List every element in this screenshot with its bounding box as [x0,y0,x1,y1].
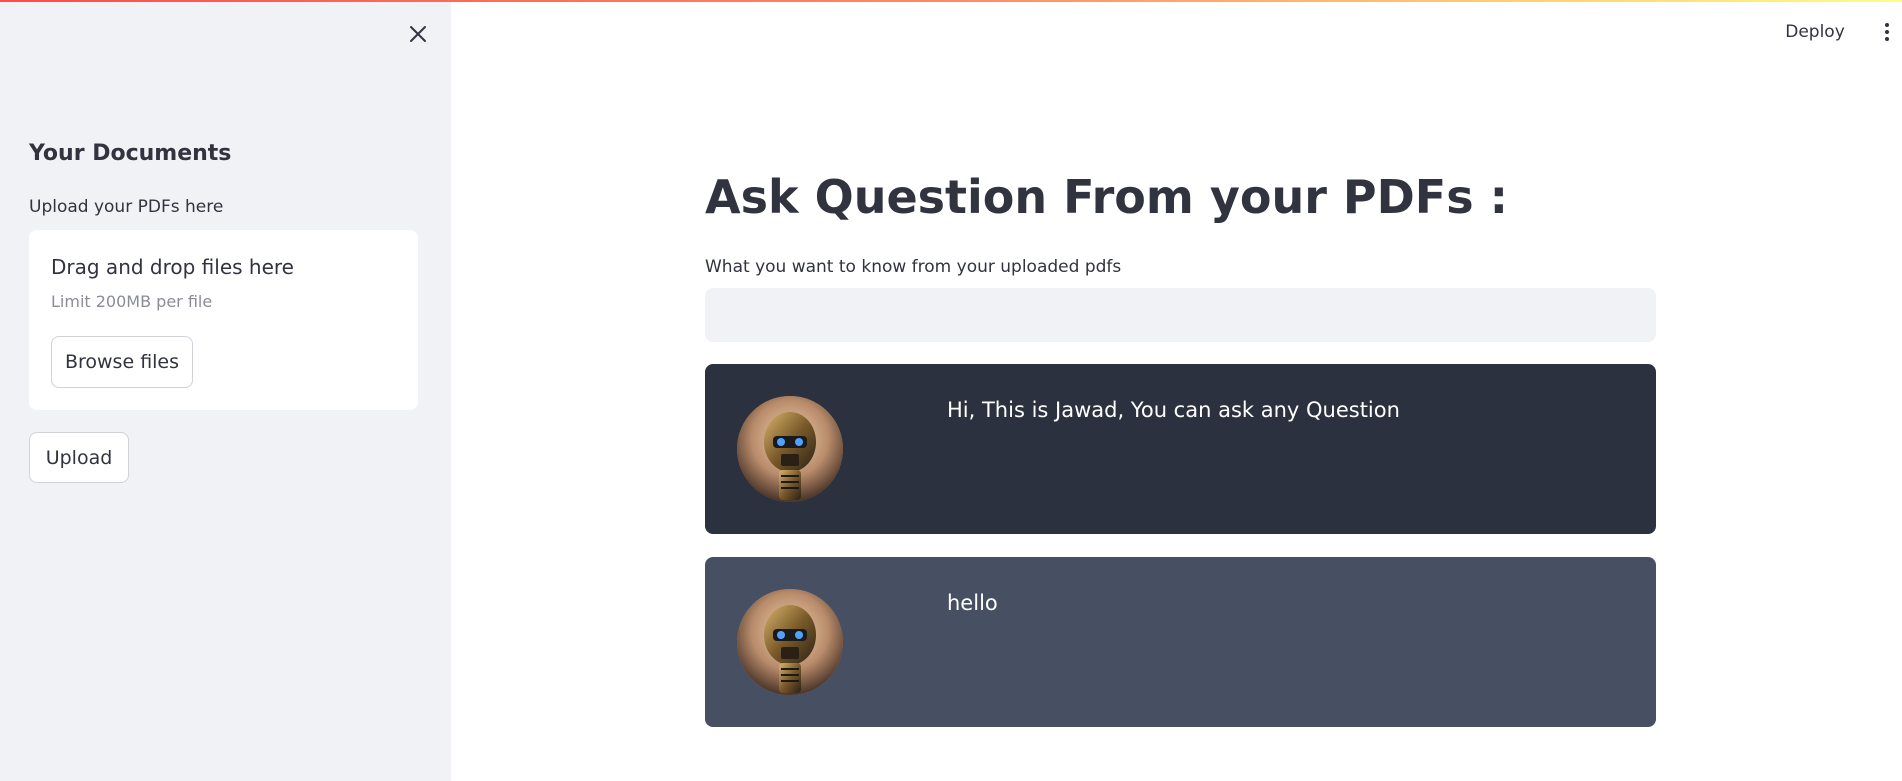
browse-files-button[interactable]: Browse files [51,336,193,388]
dropzone-limit: Limit 200MB per file [51,292,213,311]
upload-button[interactable]: Upload [29,432,129,483]
file-uploader-label: Upload your PDFs here [29,197,224,217]
file-dropzone[interactable]: Drag and drop files here Limit 200MB per… [29,230,418,410]
chat-message-bot: Hi, This is Jawad, You can ask any Quest… [705,364,1656,534]
close-icon [410,26,426,42]
deploy-button[interactable]: Deploy [1778,18,1852,46]
kebab-menu-icon [1885,23,1889,27]
question-label: What you want to know from your uploaded… [705,257,1122,277]
question-input[interactable] [705,288,1656,342]
dropzone-title: Drag and drop files here [51,255,294,279]
robot-avatar [737,396,843,502]
chat-message-user: hello [705,557,1656,727]
top-decoration-stripe [0,0,1902,2]
chat-message-text: Hi, This is Jawad, You can ask any Quest… [947,398,1400,422]
page-title: Ask Question From your PDFs : [705,170,1509,224]
chat-message-text: hello [947,591,998,615]
robot-avatar [737,589,843,695]
main-menu-button[interactable] [1876,18,1898,46]
sidebar: Your Documents Upload your PDFs here Dra… [0,0,451,781]
close-sidebar-button[interactable] [404,20,432,48]
sidebar-heading: Your Documents [29,141,232,166]
